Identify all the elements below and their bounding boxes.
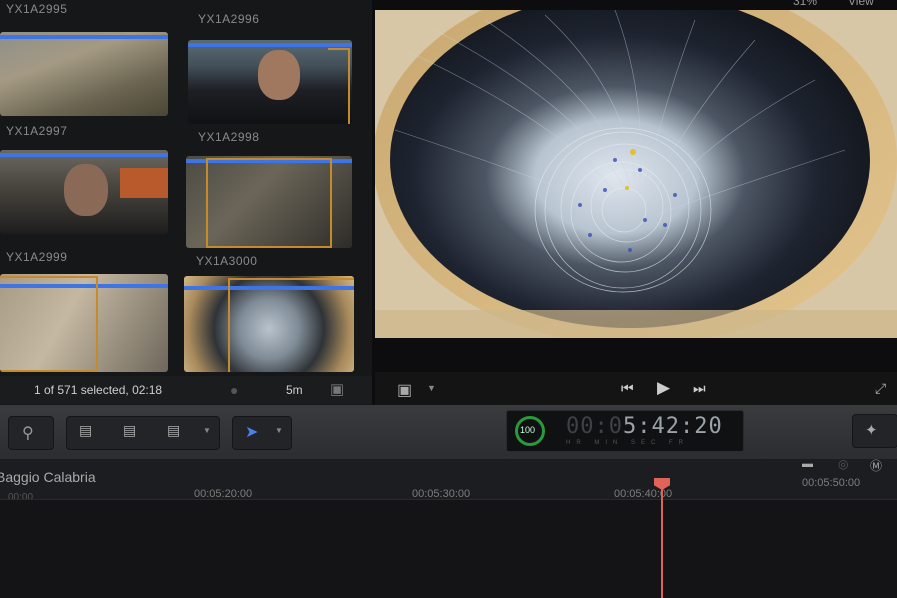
playhead[interactable] — [661, 488, 663, 598]
background-object — [120, 168, 168, 198]
clip-name: YX1A2997 — [6, 124, 68, 138]
selection-outline — [228, 278, 354, 372]
filmstrip-icon[interactable]: ● — [230, 382, 238, 398]
viewer-display-icon[interactable]: ▣ — [397, 380, 412, 400]
clip-appearance-icon[interactable]: ▬ — [802, 458, 813, 470]
viewer-image — [375, 10, 897, 338]
ruler-label: 00:05:50:00 — [802, 477, 861, 489]
chevron-down-icon: ▼ — [275, 426, 283, 435]
timecode-leading: 00:0 — [566, 414, 623, 439]
list-view-icon[interactable]: ▣ — [330, 380, 344, 398]
clip-thumbnail-ground[interactable] — [0, 274, 168, 372]
chevron-down-icon[interactable]: ▼ — [427, 383, 436, 393]
audio-skimming-icon[interactable]: ◎ — [838, 457, 848, 471]
clip-duration-setting[interactable]: 5m — [286, 383, 303, 397]
magnifier-icon: ⚲ — [22, 425, 34, 442]
clip-range-bar — [188, 43, 352, 47]
project-name: Baggio Calabria — [0, 469, 96, 485]
effects-button[interactable]: ✦ — [852, 414, 897, 448]
fullscreen-icon[interactable]: ⤢ — [875, 380, 886, 397]
timecode-display: 00:05:42:20 — [566, 414, 723, 439]
face-shape — [64, 164, 108, 216]
basket-image — [375, 10, 897, 338]
event-browser: YX1A2995 YX1A2996 YX1A2997 YX1A2998 YX1A… — [0, 0, 372, 405]
viewer-zoom[interactable]: 31% — [793, 0, 817, 8]
clip-name: YX1A3000 — [196, 254, 258, 268]
view-menu[interactable]: View — [848, 0, 874, 8]
arrow-pointer-icon: ➤ — [245, 424, 259, 441]
inspector-button[interactable]: ⚲ — [8, 416, 54, 450]
clip-name: YX1A2996 — [198, 12, 260, 26]
clip-thumbnail-man[interactable] — [188, 40, 352, 124]
selection-outline — [206, 158, 332, 248]
clip-name: YX1A2999 — [6, 250, 68, 264]
face-shape — [258, 50, 300, 100]
selection-outline — [0, 276, 98, 372]
append-clip-icon[interactable]: ▤ — [167, 422, 180, 439]
play-icon[interactable]: ▶ — [657, 378, 670, 398]
insert-clip-icon[interactable]: ▤ — [123, 422, 136, 439]
timeline-tracks[interactable] — [0, 500, 897, 598]
chevron-down-icon[interactable]: ▼ — [203, 426, 211, 435]
selection-outline — [328, 48, 350, 124]
clip-thumbnail-hands[interactable] — [186, 156, 352, 248]
timecode-units: HR MIN SEC FR — [566, 440, 689, 446]
selection-status: 1 of 571 selected, 02:18 — [34, 383, 163, 397]
timecode-value: 5:42:20 — [622, 414, 723, 439]
clip-thumbnail-basket[interactable] — [184, 276, 354, 372]
clip-range-bar — [0, 35, 168, 39]
clip-thumbnail-landscape[interactable] — [0, 32, 168, 116]
edit-buttons-group: ▤ ▤ ▤ ▼ — [66, 416, 220, 450]
background-tasks-value: 100 — [520, 425, 536, 435]
snapping-icon[interactable]: Ⓜ — [870, 457, 882, 474]
skip-forward-icon[interactable]: ⏭ — [693, 380, 706, 397]
clip-name: YX1A2995 — [6, 2, 68, 16]
clip-thumbnail-man-2[interactable] — [0, 150, 168, 234]
clip-name: YX1A2998 — [198, 130, 260, 144]
skip-back-icon[interactable]: ⏮ — [621, 380, 634, 397]
magic-wand-icon: ✦ — [865, 422, 878, 439]
connect-clip-icon[interactable]: ▤ — [79, 422, 92, 439]
viewer-controls: ▣ ▼ ⏮ ▶ ⏭ ⤢ — [375, 372, 897, 406]
select-tool-button[interactable]: ➤ ▼ — [232, 416, 292, 450]
clip-range-bar — [0, 153, 168, 157]
